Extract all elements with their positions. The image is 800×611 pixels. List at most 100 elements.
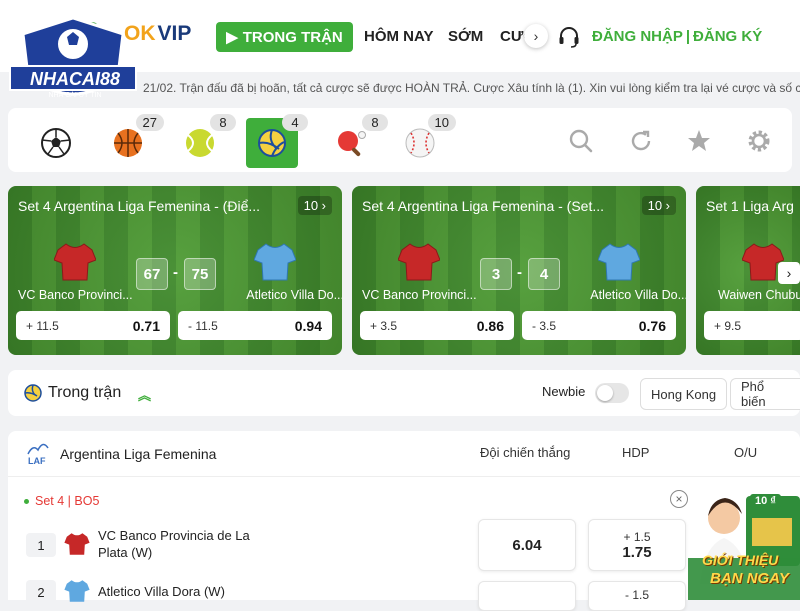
home-jersey-icon bbox=[398, 243, 440, 281]
column-winner: Đội chiến thắng bbox=[480, 445, 571, 460]
sport-tennis[interactable]: 8 bbox=[174, 114, 236, 168]
winner-odds-cell[interactable] bbox=[478, 581, 576, 611]
collapse-chevron-icon[interactable]: ︽ bbox=[138, 385, 151, 404]
column-handicap: HDP bbox=[622, 445, 650, 460]
match-card-title: Set 4 Argentina Liga Femenina - (Điể... bbox=[18, 198, 261, 214]
home-jersey-icon bbox=[54, 243, 96, 281]
headset-icon[interactable] bbox=[557, 25, 581, 49]
auth-links: ĐĂNG NHẬP | ĐĂNG KÝ bbox=[592, 28, 762, 45]
handicap-line: + 3.5 bbox=[370, 318, 398, 333]
away-jersey-icon bbox=[598, 243, 640, 281]
sport-baseball[interactable]: 10 bbox=[394, 114, 456, 168]
live-video-icon: ▶ bbox=[226, 29, 238, 46]
volleyball-icon bbox=[24, 384, 42, 402]
handicap-line: - 11.5 bbox=[188, 318, 218, 333]
promo-close-icon[interactable]: × bbox=[670, 490, 688, 508]
league-name: Argentina Liga Femenina bbox=[60, 446, 217, 462]
handicap-line: + 1.5 bbox=[623, 529, 651, 544]
set-label-text: Set 4 | BO5 bbox=[35, 494, 100, 508]
live-dot-icon bbox=[24, 499, 29, 505]
promo-badge: 10 ₫ bbox=[750, 494, 781, 508]
badge-subtitle: NHÀ CÁI UY TÍN bbox=[48, 92, 102, 99]
sport-basketball[interactable]: 27 bbox=[102, 114, 164, 168]
nav-today[interactable]: HÔM NAY bbox=[364, 28, 433, 45]
settings-gear-icon[interactable] bbox=[746, 128, 772, 154]
home-handicap-odds[interactable]: + 11.5 0.71 bbox=[16, 311, 170, 340]
tennis-count: 8 bbox=[210, 114, 236, 131]
away-jersey-icon bbox=[64, 580, 90, 602]
home-handicap-odds[interactable]: + 9.5 bbox=[704, 311, 800, 340]
nav-live-button[interactable]: ▶ TRONG TRẬN bbox=[216, 22, 353, 52]
nav-early[interactable]: SỚM bbox=[448, 28, 483, 45]
match-card-title: Set 4 Argentina Liga Femenina - (Set... bbox=[362, 198, 605, 214]
away-handicap-odds[interactable]: - 3.5 0.76 bbox=[522, 311, 676, 340]
team-name: Atletico Villa Dora (W) bbox=[98, 584, 225, 599]
market-filter-select[interactable]: Phổ biến bbox=[730, 378, 800, 410]
table-tennis-count: 8 bbox=[362, 114, 388, 131]
odds-value: 0.94 bbox=[294, 317, 322, 334]
team-index: 2 bbox=[26, 580, 56, 604]
nhacai88-badge-logo bbox=[9, 16, 137, 96]
match-card-market-count[interactable]: 10 › bbox=[641, 196, 676, 215]
odds-value: 0.86 bbox=[476, 317, 504, 334]
newbie-toggle[interactable] bbox=[595, 383, 629, 403]
badge-title: NHACAI88 bbox=[29, 69, 121, 89]
newbie-label: Newbie bbox=[542, 384, 586, 399]
home-team-name: VC Banco Provinci... bbox=[18, 288, 133, 302]
score-separator: - bbox=[517, 264, 522, 281]
star-icon[interactable] bbox=[686, 128, 712, 154]
live-section-header: Trong trận ︽ Newbie Hong Kong Phổ biến bbox=[8, 370, 800, 416]
refresh-icon[interactable] bbox=[628, 128, 654, 154]
handicap-line: - 3.5 bbox=[532, 318, 557, 333]
match-card[interactable]: Set 4 Argentina Liga Femenina - (Set... … bbox=[352, 186, 686, 355]
match-card[interactable]: Set 4 Argentina Liga Femenina - (Điể... … bbox=[8, 186, 342, 355]
home-handicap-odds[interactable]: + 3.5 0.86 bbox=[360, 311, 514, 340]
away-handicap-odds[interactable]: - 11.5 0.94 bbox=[178, 311, 332, 340]
auth-separator: | bbox=[685, 28, 691, 45]
away-score: 4 bbox=[528, 258, 560, 290]
sport-volleyball[interactable]: 4 bbox=[246, 114, 308, 168]
baseball-icon bbox=[405, 128, 435, 158]
match-status: Set 4 | BO5 bbox=[24, 494, 99, 508]
nav-scroll-right-icon[interactable]: › bbox=[524, 24, 548, 48]
okvip-vip-text: VIP bbox=[157, 22, 192, 45]
match-card-title: Set 1 Liga Arg bbox=[706, 198, 794, 214]
handicap-line: + 9.5 bbox=[714, 318, 742, 333]
promo-line-1: GIỚI THIỆU bbox=[702, 552, 779, 568]
odds-value: 6.04 bbox=[512, 536, 542, 554]
sports-filter-bar: 27 8 4 8 10 bbox=[8, 108, 792, 172]
winner-odds-cell[interactable]: 6.04 bbox=[478, 519, 576, 571]
soccer-ball-icon bbox=[41, 128, 71, 158]
odds-format-select[interactable]: Hong Kong bbox=[640, 378, 728, 410]
live-section-title: Trong trận bbox=[48, 384, 122, 401]
home-jersey-icon bbox=[64, 533, 90, 555]
odds-value: 0.71 bbox=[132, 317, 160, 334]
login-link[interactable]: ĐĂNG NHẬP bbox=[592, 28, 683, 45]
nav-live-label: TRONG TRẬN bbox=[242, 28, 343, 46]
handicap-line: + 11.5 bbox=[26, 318, 59, 333]
league-header[interactable]: LAF Argentina Liga Femenina Đội chiến th… bbox=[8, 431, 800, 477]
register-link[interactable]: ĐĂNG KÝ bbox=[693, 28, 762, 45]
volleyball-count: 4 bbox=[282, 114, 308, 131]
away-score: 75 bbox=[184, 258, 216, 290]
search-icon[interactable] bbox=[568, 128, 594, 154]
basketball-icon bbox=[114, 129, 142, 157]
home-score: 3 bbox=[480, 258, 512, 290]
table-tennis-icon bbox=[338, 131, 366, 157]
volleyball-icon bbox=[258, 129, 286, 157]
away-team-name: Atletico Villa Do... bbox=[590, 288, 686, 302]
away-jersey-icon bbox=[254, 243, 296, 281]
home-score: 67 bbox=[136, 258, 168, 290]
team-index: 1 bbox=[26, 533, 56, 557]
basketball-count: 27 bbox=[135, 114, 164, 131]
referral-promo-banner[interactable]: × 10 ₫ GIỚI THIỆU BẠN NGAY bbox=[670, 488, 800, 600]
league-logo-text: LAF bbox=[28, 456, 46, 466]
sport-soccer[interactable] bbox=[30, 118, 82, 168]
baseball-count: 10 bbox=[427, 114, 456, 131]
carousel-next-icon[interactable]: › bbox=[778, 262, 800, 284]
match-card-market-count[interactable]: 10 › bbox=[297, 196, 332, 215]
score-separator: - bbox=[173, 264, 178, 281]
odds-value: 1.75 bbox=[622, 543, 652, 561]
home-team-name: Waiwen Chubu bbox=[718, 288, 800, 302]
sport-table-tennis[interactable]: 8 bbox=[326, 114, 388, 168]
